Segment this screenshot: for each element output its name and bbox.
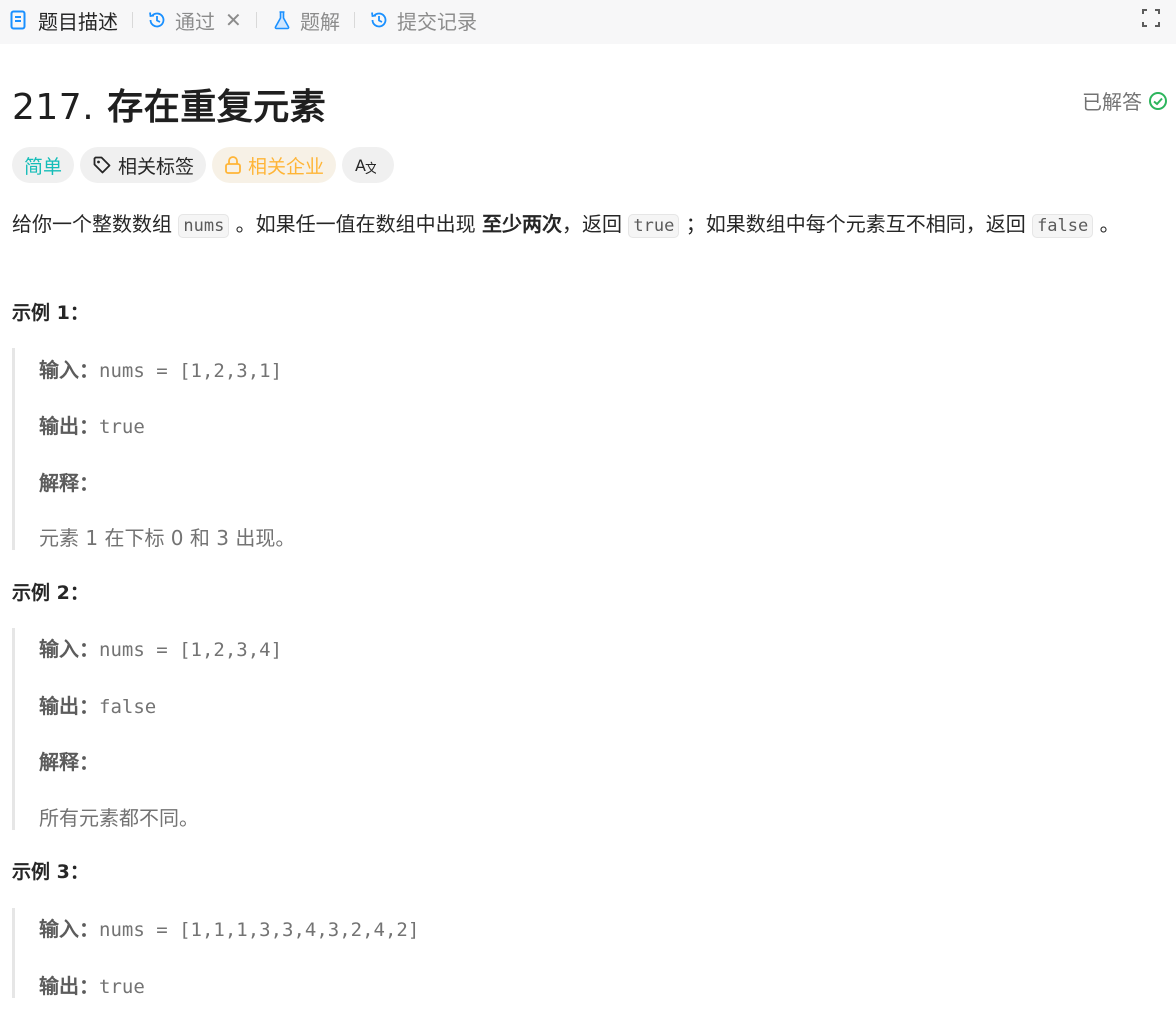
example-block: 输入：nums = [1,2,3,4] 输出：false 解释： 所有元素都不同… (12, 628, 1115, 830)
problem-description: 给你一个整数数组 nums 。如果任一值在数组中出现 至少两次，返回 true … (12, 208, 1172, 242)
desc-text: ；如果数组中每个元素互不相同，返回 (685, 212, 1026, 236)
inline-code: nums (178, 214, 230, 238)
fullscreen-icon[interactable] (1141, 7, 1161, 29)
example-output: 输出：false (39, 690, 156, 719)
inline-code: false (1032, 214, 1094, 238)
example-explanation-label: 解释： (39, 467, 99, 496)
tab-passed[interactable]: 通过 ✕ (147, 0, 242, 40)
tab-passed-label: 通过 (175, 9, 215, 34)
problem-title: 存在重复元素 (107, 87, 327, 128)
desc-bold: 至少两次 (482, 212, 563, 236)
check-circle-icon (1149, 91, 1167, 110)
example-output: 输出：true (39, 410, 145, 439)
tab-submissions-label: 提交记录 (397, 9, 477, 34)
tag-row: 简单 相关标签 相关企业 A文 (12, 147, 400, 183)
example-title: 示例 3： (12, 861, 89, 883)
desc-text: 给你一个整数数组 (12, 212, 172, 236)
example-block: 输入：nums = [1,2,3,1] 输出：true 解释： 元素 1 在下标… (12, 348, 1115, 550)
input-value: nums = [1,1,1,3,3,4,3,2,4,2] (99, 919, 420, 941)
translate-button[interactable]: A文 (342, 147, 395, 183)
tab-description[interactable]: 题目描述 (10, 0, 118, 40)
page-title: 217. 存在重复元素 (12, 78, 326, 130)
input-label: 输入： (39, 358, 99, 382)
tab-submissions[interactable]: 提交记录 (369, 0, 477, 40)
output-value: true (99, 976, 145, 998)
example-explanation-label: 解释： (39, 746, 99, 775)
lock-icon (225, 156, 241, 174)
example-input: 输入：nums = [1,1,1,3,3,4,3,2,4,2] (39, 913, 419, 942)
tab-bar: 题目描述 通过 ✕ 题解 提交记录 (0, 0, 1176, 44)
output-value: false (99, 696, 157, 718)
explanation-label: 解释： (39, 471, 99, 495)
example-input: 输入：nums = [1,2,3,4] (39, 633, 282, 662)
related-tags-label: 相关标签 (118, 155, 195, 178)
inline-code: true (628, 214, 680, 238)
tab-solutions[interactable]: 题解 (272, 0, 340, 40)
explanation-label: 解释： (39, 750, 99, 774)
output-label: 输出： (39, 414, 99, 438)
tab-solutions-label: 题解 (300, 9, 340, 34)
output-label: 输出： (39, 694, 99, 718)
output-label: 输出： (39, 974, 99, 998)
output-value: true (99, 416, 145, 438)
input-value: nums = [1,2,3,1] (99, 360, 283, 382)
example-output: 输出：true (39, 970, 145, 999)
history-icon (147, 10, 167, 30)
svg-text:文: 文 (365, 162, 376, 175)
input-value: nums = [1,2,3,4] (99, 639, 283, 661)
example-explanation: 元素 1 在下标 0 和 3 出现。 (39, 526, 296, 550)
related-companies-label: 相关企业 (248, 155, 325, 178)
input-label: 输入： (39, 637, 99, 661)
related-tags-button[interactable]: 相关标签 (80, 147, 207, 183)
difficulty-label: 简单 (24, 155, 63, 178)
tab-divider (132, 12, 133, 28)
flask-icon (272, 10, 292, 30)
desc-text: 。 (1099, 212, 1120, 236)
tab-divider (354, 12, 355, 28)
difficulty-badge[interactable]: 简单 (12, 147, 75, 183)
tab-divider (256, 12, 257, 28)
document-icon (10, 10, 30, 30)
tab-description-label: 题目描述 (38, 9, 118, 34)
input-label: 输入： (39, 917, 99, 941)
desc-text: ，返回 (562, 212, 623, 236)
desc-text: 。如果任一值在数组中出现 (235, 212, 476, 236)
related-companies-button[interactable]: 相关企业 (212, 147, 337, 183)
example-title: 示例 2： (12, 582, 89, 604)
example-explanation: 所有元素都不同。 (39, 806, 199, 830)
example-input: 输入：nums = [1,2,3,1] (39, 354, 282, 383)
history-icon (369, 10, 389, 30)
example-block: 输入：nums = [1,1,1,3,3,4,3,2,4,2] 输出：true (12, 908, 1115, 998)
tag-icon (93, 156, 111, 174)
example-title: 示例 1： (12, 302, 89, 324)
solved-status: 已解答 (1082, 86, 1168, 115)
translate-icon: A文 (355, 156, 376, 175)
problem-number: 217. (12, 87, 95, 128)
solved-label: 已解答 (1082, 90, 1142, 114)
close-icon[interactable]: ✕ (225, 8, 242, 32)
